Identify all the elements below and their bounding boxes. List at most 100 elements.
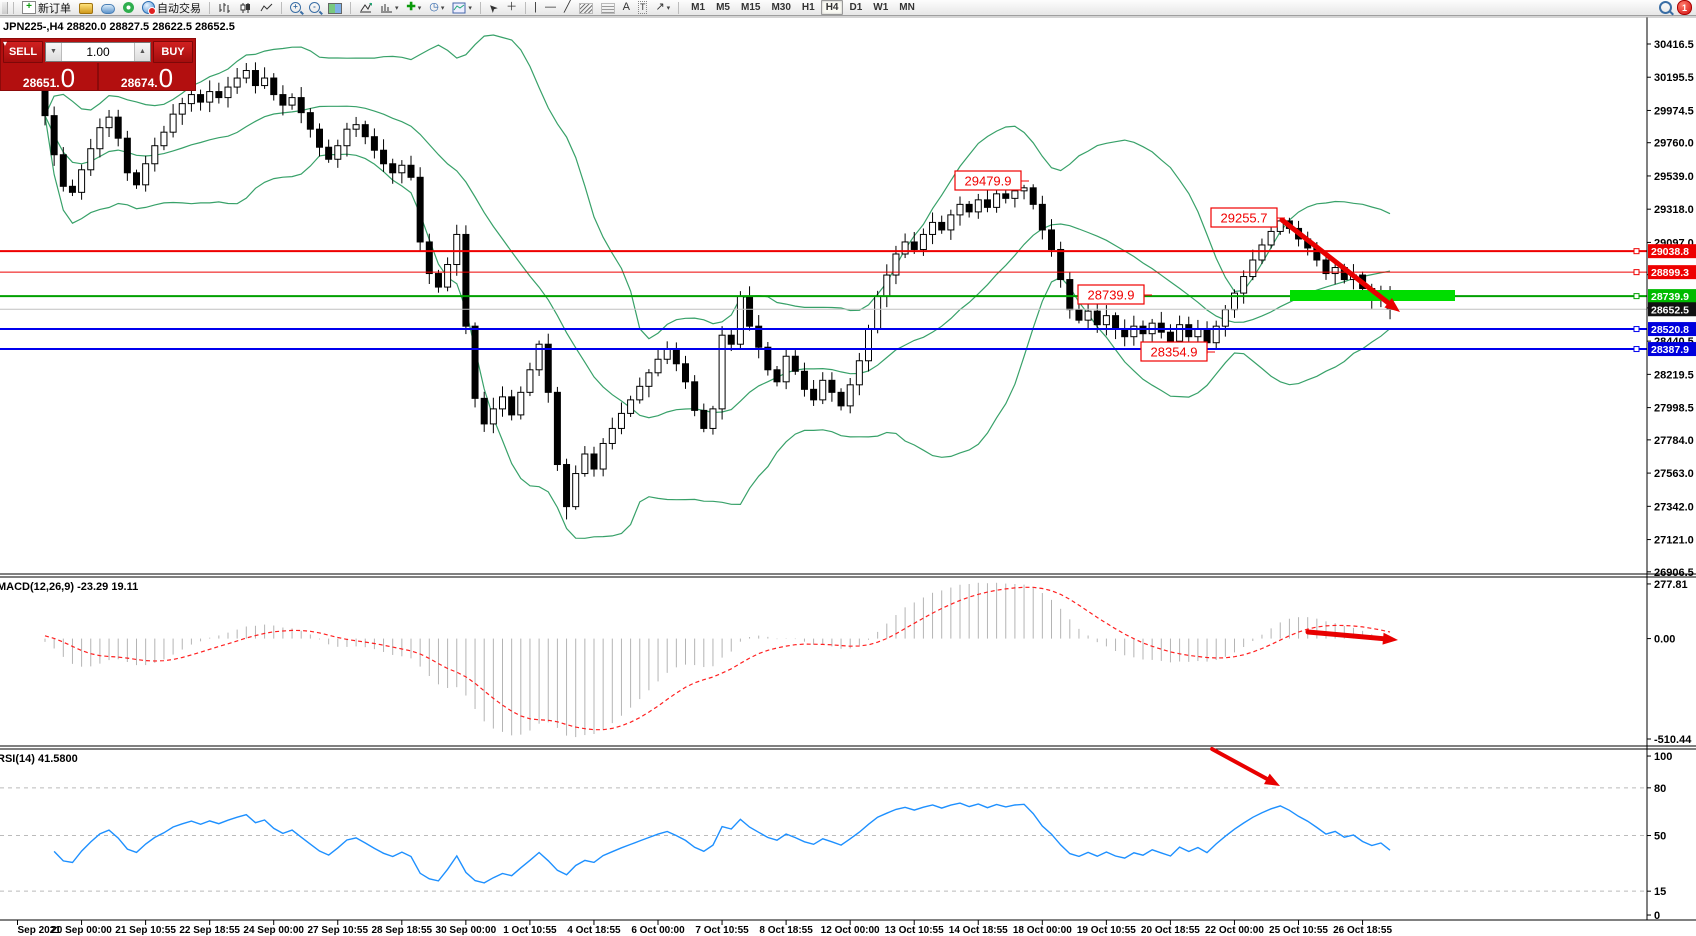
svg-text:-510.44: -510.44 <box>1654 734 1692 746</box>
tf-button-M5[interactable]: M5 <box>711 0 735 15</box>
time-axis: Sep 202120 Sep 00:00 21 Sep 10:55 22 Sep 1… <box>17 920 1392 936</box>
sell-button[interactable]: SELL <box>3 40 43 63</box>
line-handle <box>1633 326 1640 333</box>
cursor-tool-button[interactable]: ➤ <box>486 0 501 16</box>
svg-text:26 Oct 18:55: 26 Oct 18:55 <box>1333 925 1392 936</box>
svg-text:19 Oct 10:55: 19 Oct 10:55 <box>1077 925 1136 936</box>
line-handle <box>1633 293 1640 300</box>
text-tool-button[interactable]: A <box>620 0 633 16</box>
trend-arrow[interactable] <box>1210 747 1280 786</box>
candles-layer <box>41 62 1394 520</box>
timeframe-toolbar: M1 M5 M15 M30 H1 H4 D1 W1 MN <box>686 0 920 15</box>
notification-badge[interactable]: 1 <box>1677 0 1692 15</box>
toolbar-separator <box>479 1 481 14</box>
candlestick-chart-button[interactable] <box>236 0 255 16</box>
annotation-label[interactable]: 29479.9 <box>954 170 1029 191</box>
bar-chart-icon <box>219 2 230 13</box>
svg-text:21 Sep 10:55: 21 Sep 10:55 <box>115 925 176 936</box>
tf-button-D1[interactable]: D1 <box>844 0 867 15</box>
market-watch-button[interactable] <box>98 0 118 16</box>
rsi-line <box>53 802 1391 884</box>
chevron-down-icon: ▾ <box>440 4 445 12</box>
line-chart-icon <box>260 3 273 11</box>
buy-price-big-digit: 0 <box>158 63 174 93</box>
sell-price: 28651. 0 <box>1 63 99 91</box>
volume-increase-button[interactable]: ▲ <box>134 42 150 61</box>
text-tool-icon: A <box>622 1 630 13</box>
tf-button-M1[interactable]: M1 <box>686 0 710 15</box>
svg-text:15: 15 <box>1654 886 1666 898</box>
search-button[interactable] <box>1656 0 1675 16</box>
svg-text:18 Oct 00:00: 18 Oct 00:00 <box>1013 925 1072 936</box>
svg-text:28219.5: 28219.5 <box>1654 369 1694 381</box>
tile-windows-button[interactable] <box>325 0 345 16</box>
zoom-out-button[interactable]: - <box>306 0 323 16</box>
line-chart-button[interactable] <box>257 0 276 16</box>
main-price-pane: 29479.9 29255.7 28739.9 28354.9 <box>0 34 1647 539</box>
collapse-panel-icon[interactable]: ▾ <box>3 40 7 48</box>
label-tool-icon: T <box>637 1 648 14</box>
clipped-icon <box>2 1 8 14</box>
rsi-indicator-label: RSI(14) 41.5800 <box>0 753 78 765</box>
volume-input[interactable]: 1.00 <box>62 43 134 61</box>
strategy-tester-button[interactable] <box>356 0 375 16</box>
arrows-tool-button[interactable]: ↗ ▾ <box>652 0 673 16</box>
trendline-icon: ╱ <box>563 1 571 13</box>
svg-text:7 Oct 10:55: 7 Oct 10:55 <box>695 925 749 936</box>
signals-button[interactable] <box>120 0 137 16</box>
timeframes-clock-button[interactable]: ◷ ▾ <box>426 0 447 16</box>
toolbar-separator <box>678 1 680 14</box>
svg-text:29255.7: 29255.7 <box>1221 211 1268 226</box>
tf-button-M15[interactable]: M15 <box>736 0 765 15</box>
annotation-label[interactable]: 28354.9 <box>1140 341 1215 362</box>
volume-decrease-button[interactable]: ▼ <box>46 42 62 61</box>
svg-text:13 Oct 10:55: 13 Oct 10:55 <box>885 925 944 936</box>
equidistant-channel-tool-button[interactable] <box>576 0 596 16</box>
svg-text:28 Sep 18:55: 28 Sep 18:55 <box>371 925 432 936</box>
vertical-line-tool-button[interactable]: | <box>531 0 540 16</box>
candlestick-chart-icon <box>240 2 250 13</box>
bollinger-middle-band <box>44 105 1391 419</box>
svg-text:27563.0: 27563.0 <box>1654 468 1694 480</box>
fibonacci-tool-button[interactable] <box>598 0 618 16</box>
indicators-button[interactable]: ✚ ▾ <box>404 0 425 16</box>
tf-button-H1[interactable]: H1 <box>797 0 820 15</box>
new-order-button[interactable]: + 新订单 <box>19 0 74 16</box>
annotation-label[interactable]: 28739.9 <box>1077 284 1152 305</box>
bar-chart-button[interactable] <box>215 0 234 16</box>
profiles-button[interactable] <box>76 0 96 16</box>
svg-text:8 Oct 18:55: 8 Oct 18:55 <box>759 925 813 936</box>
auto-trading-label: 自动交易 <box>157 2 201 15</box>
svg-text:28652.5: 28652.5 <box>1651 304 1689 316</box>
market-watch-icon <box>101 3 115 14</box>
tile-windows-icon <box>328 2 342 14</box>
chart-canvas[interactable]: 29479.9 29255.7 28739.9 28354.9 30416.5 30195… <box>0 0 1696 936</box>
svg-text:29539.0: 29539.0 <box>1654 171 1694 183</box>
toolbar-separator <box>525 1 527 14</box>
tf-button-M30[interactable]: M30 <box>766 0 795 15</box>
trendline-tool-button[interactable]: ╱ <box>561 0 574 16</box>
tf-button-MN[interactable]: MN <box>894 0 920 15</box>
new-chart-button[interactable]: ▾ <box>377 0 402 16</box>
zoom-in-button[interactable]: + <box>287 0 304 16</box>
macd-indicator-label: MACD(12,26,9) -23.29 19.11 <box>0 581 139 593</box>
chevron-down-icon: ▾ <box>468 4 472 12</box>
crosshair-tool-button[interactable]: ＋ <box>503 0 520 16</box>
auto-trading-button[interactable]: 自动交易 <box>139 0 204 16</box>
auto-trading-icon <box>142 1 156 15</box>
tf-button-H4[interactable]: H4 <box>820 0 844 15</box>
buy-button[interactable]: BUY <box>153 40 193 63</box>
annotation-label[interactable]: 29255.7 <box>1210 207 1285 228</box>
svg-text:28739.9: 28739.9 <box>1651 291 1689 303</box>
cursor-icon: ➤ <box>485 0 501 16</box>
tf-button-W1[interactable]: W1 <box>868 0 893 15</box>
profiles-icon <box>79 2 93 14</box>
trend-arrow[interactable] <box>1305 629 1398 645</box>
new-chart-icon <box>381 3 392 12</box>
line-handle <box>1633 346 1640 353</box>
label-tool-button[interactable]: T <box>635 0 651 16</box>
svg-text:277.81: 277.81 <box>1654 579 1688 591</box>
templates-button[interactable]: ▾ <box>449 0 475 16</box>
svg-text:4 Oct 18:55: 4 Oct 18:55 <box>567 925 621 936</box>
horizontal-line-tool-button[interactable]: — <box>542 0 559 16</box>
